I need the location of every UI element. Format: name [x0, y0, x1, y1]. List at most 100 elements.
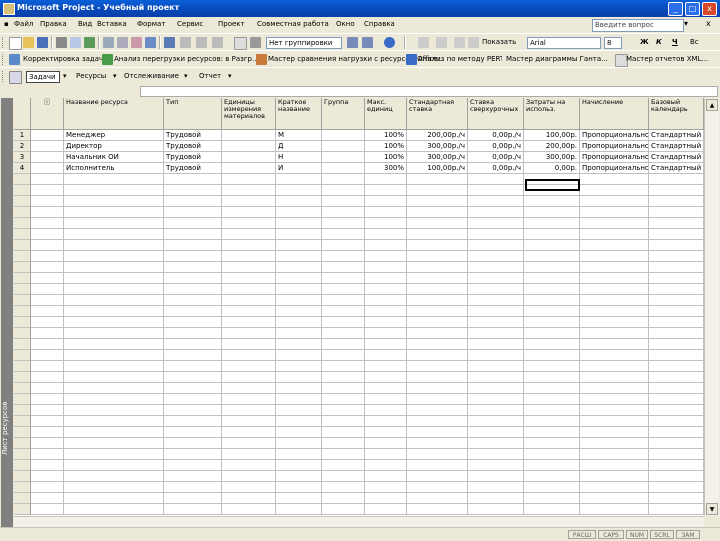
table-cell[interactable]: [407, 383, 468, 394]
row-header[interactable]: [14, 438, 31, 449]
table-cell[interactable]: 100%: [365, 130, 407, 141]
table-cell[interactable]: [468, 185, 524, 196]
table-cell[interactable]: [276, 383, 322, 394]
table-cell[interactable]: [649, 394, 704, 405]
table-cell[interactable]: [276, 229, 322, 240]
table-cell[interactable]: [407, 240, 468, 251]
table-cell[interactable]: [407, 251, 468, 262]
resource-analysis-button[interactable]: Анализ перегрузки ресурсов: в Разгр...: [114, 55, 259, 63]
table-cell[interactable]: [222, 251, 276, 262]
table-cell[interactable]: [222, 449, 276, 460]
table-cell[interactable]: [222, 152, 276, 163]
table-cell[interactable]: [222, 317, 276, 328]
table-cell[interactable]: [31, 383, 64, 394]
menu-insert[interactable]: Вставка: [97, 20, 127, 28]
table-cell[interactable]: [31, 394, 64, 405]
show-subtasks-icon[interactable]: [454, 37, 465, 48]
font-size-combo[interactable]: 8: [604, 37, 622, 49]
horizontal-scrollbar[interactable]: [14, 516, 704, 527]
open-icon[interactable]: [23, 37, 34, 48]
table-cell[interactable]: [276, 438, 322, 449]
row-header[interactable]: [14, 405, 31, 416]
table-cell[interactable]: 200,00р.: [524, 141, 580, 152]
table-cell[interactable]: [468, 240, 524, 251]
table-cell[interactable]: [164, 427, 222, 438]
row-header[interactable]: [14, 350, 31, 361]
table-cell[interactable]: [222, 350, 276, 361]
table-cell[interactable]: [64, 317, 164, 328]
table-cell[interactable]: [164, 471, 222, 482]
table-cell[interactable]: [64, 174, 164, 185]
table-cell[interactable]: [407, 394, 468, 405]
table-cell[interactable]: [524, 251, 580, 262]
table-cell[interactable]: [64, 449, 164, 460]
table-cell[interactable]: [365, 394, 407, 405]
table-cell[interactable]: [322, 262, 365, 273]
table-cell[interactable]: [580, 383, 649, 394]
table-cell[interactable]: [649, 350, 704, 361]
table-cell[interactable]: [580, 174, 649, 185]
table-cell[interactable]: [322, 152, 365, 163]
underline-button[interactable]: Ч: [672, 38, 678, 46]
table-cell[interactable]: [322, 361, 365, 372]
table-cell[interactable]: [407, 185, 468, 196]
table-cell[interactable]: [365, 251, 407, 262]
spelling-icon[interactable]: [84, 37, 95, 48]
table-cell[interactable]: [407, 449, 468, 460]
vertical-scrollbar[interactable]: ▲ ▼: [704, 98, 719, 516]
table-cell[interactable]: [580, 482, 649, 493]
table-cell[interactable]: [468, 460, 524, 471]
table-cell[interactable]: [64, 273, 164, 284]
resources-button[interactable]: Ресурсы: [76, 72, 106, 80]
table-cell[interactable]: [649, 361, 704, 372]
table-cell[interactable]: [64, 262, 164, 273]
row-header[interactable]: [14, 449, 31, 460]
table-cell[interactable]: [64, 383, 164, 394]
table-cell[interactable]: [365, 284, 407, 295]
table-cell[interactable]: [524, 273, 580, 284]
table-cell[interactable]: [222, 493, 276, 504]
scroll-up-icon[interactable]: ▲: [706, 99, 718, 111]
unlink-tasks-icon[interactable]: [196, 37, 207, 48]
table-cell[interactable]: [322, 317, 365, 328]
table-cell[interactable]: [222, 405, 276, 416]
table-cell[interactable]: [276, 262, 322, 273]
table-cell[interactable]: [365, 317, 407, 328]
table-cell[interactable]: Пропорциональное: [580, 163, 649, 174]
table-cell[interactable]: [164, 339, 222, 350]
table-cell[interactable]: [222, 438, 276, 449]
table-cell[interactable]: [649, 438, 704, 449]
table-cell[interactable]: [524, 328, 580, 339]
table-cell[interactable]: [276, 240, 322, 251]
table-cell[interactable]: [64, 405, 164, 416]
table-cell[interactable]: [649, 471, 704, 482]
table-cell[interactable]: [276, 350, 322, 361]
table-cell[interactable]: [649, 207, 704, 218]
table-cell[interactable]: [365, 295, 407, 306]
table-cell[interactable]: [276, 504, 322, 515]
table-cell[interactable]: Исполнитель: [64, 163, 164, 174]
table-cell[interactable]: [322, 174, 365, 185]
table-cell[interactable]: [276, 482, 322, 493]
row-header[interactable]: [14, 372, 31, 383]
menu-tools[interactable]: Сервис: [177, 20, 203, 28]
row-header[interactable]: [14, 482, 31, 493]
paste-icon[interactable]: [131, 37, 142, 48]
table-cell[interactable]: [322, 449, 365, 460]
row-header[interactable]: [14, 295, 31, 306]
table-cell[interactable]: [164, 405, 222, 416]
table-cell[interactable]: [276, 306, 322, 317]
table-cell[interactable]: [276, 207, 322, 218]
table-cell[interactable]: [649, 251, 704, 262]
table-cell[interactable]: [468, 174, 524, 185]
row-header[interactable]: [14, 460, 31, 471]
table-cell[interactable]: [31, 416, 64, 427]
report-dropdown-icon[interactable]: ▾: [228, 72, 232, 80]
table-cell[interactable]: [365, 328, 407, 339]
table-cell[interactable]: [64, 394, 164, 405]
menu-project[interactable]: Проект: [218, 20, 245, 28]
xml-report-button[interactable]: Мастер отчетов XML...: [626, 55, 718, 63]
table-cell[interactable]: [649, 328, 704, 339]
table-cell[interactable]: [222, 229, 276, 240]
table-cell[interactable]: [31, 163, 64, 174]
